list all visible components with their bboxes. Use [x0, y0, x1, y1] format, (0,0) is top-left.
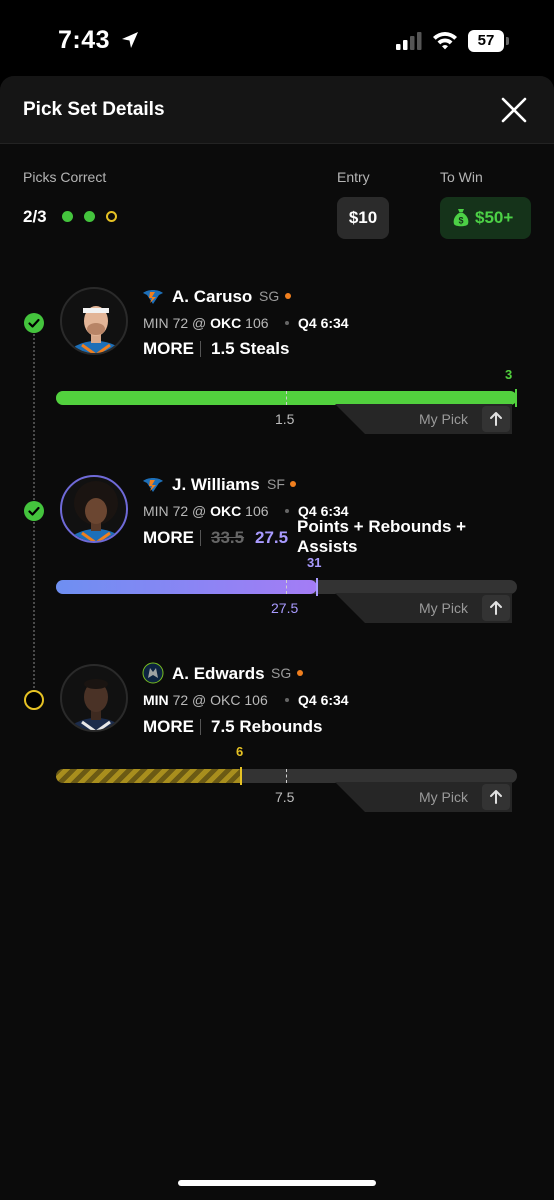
team2-score: 106 [245, 503, 269, 519]
team2-score: 106 [245, 315, 269, 331]
game-clock: Q4 6:34 [298, 315, 349, 331]
progress-fill [56, 580, 317, 594]
okc-thunder-logo [143, 290, 163, 304]
team1-abbr: MIN [143, 692, 169, 708]
pick-set-sheet: Pick Set Details [0, 76, 554, 1200]
player-avatar [60, 475, 128, 543]
to-win-label: To Win [440, 169, 483, 185]
pick-result-dot [62, 211, 73, 222]
pending-marker [24, 690, 44, 710]
player-position: SG [259, 288, 280, 304]
pick-result-dot [106, 211, 117, 222]
picks-correct-value: 2/3 [23, 207, 47, 226]
player-name: J. Williams [172, 475, 260, 494]
signal-icon [396, 32, 422, 50]
divider [200, 530, 201, 546]
line-value: 1.5 [275, 411, 295, 427]
battery-icon: 57 [468, 30, 510, 52]
team1-score: 72 [172, 692, 189, 708]
close-icon[interactable] [498, 94, 530, 126]
money-bag-icon: $ [453, 209, 469, 227]
stat-name: Points + Rebounds + Assists [297, 517, 467, 556]
at-symbol: @ [192, 692, 207, 708]
separator-dot [285, 698, 289, 702]
team2-score: 106 [244, 692, 268, 708]
entry-label: Entry [337, 169, 370, 185]
to-win-value: $50+ [475, 208, 514, 227]
line-value: 27.5 [271, 600, 299, 616]
player-name: A. Caruso [172, 287, 253, 306]
old-line-value: 33.5 [211, 528, 245, 547]
battery-tip [506, 37, 509, 45]
progress-fill [56, 769, 241, 783]
player-name: A. Edwards [172, 664, 265, 683]
stat-line: 1.5 Steals [211, 339, 290, 358]
line-tick [286, 580, 287, 594]
arrow-up-icon [482, 595, 510, 621]
picks-correct-label: Picks Correct [23, 169, 107, 185]
at-symbol: @ [192, 315, 207, 331]
player-position: SG [271, 665, 292, 681]
pick-direction: MORE [143, 339, 194, 358]
game-clock: Q4 6:34 [298, 692, 349, 708]
home-indicator[interactable] [178, 1180, 376, 1186]
line-tick [286, 769, 287, 783]
separator-dot [285, 509, 289, 513]
game-score: MIN 72 @ OKC 106 [143, 692, 268, 708]
check-icon [24, 501, 44, 521]
team2-abbr: OKC [210, 315, 242, 331]
current-value: 6 [236, 744, 244, 759]
team2-abbr: OKC [210, 503, 242, 519]
divider [200, 719, 201, 735]
team2-abbr: OKC [210, 692, 241, 708]
wifi-icon [433, 32, 457, 50]
game-score: MIN 72 @ OKC 106 [143, 315, 269, 331]
current-marker [515, 389, 517, 407]
player-position: SF [267, 476, 285, 492]
check-icon [24, 313, 44, 333]
line-value: 7.5 [275, 789, 295, 805]
current-value: 31 [307, 555, 322, 570]
my-pick-label: My Pick [419, 789, 468, 805]
live-indicator [285, 293, 291, 299]
stat-line: 7.5 Rebounds [211, 717, 323, 736]
arrow-up-icon [482, 406, 510, 432]
pick-result-dot [84, 211, 95, 222]
sheet-header: Pick Set Details [0, 76, 554, 144]
entry-chip: $10 [337, 197, 389, 239]
live-indicator [297, 670, 303, 676]
location-arrow-icon [122, 32, 138, 48]
line-tick [286, 391, 287, 405]
game-score: MIN 72 @ OKC 106 [143, 503, 269, 519]
separator-dot [285, 321, 289, 325]
divider [200, 341, 201, 357]
arrow-up-icon [482, 784, 510, 810]
team1-score: 72 [172, 503, 189, 519]
team1-score: 72 [172, 315, 189, 331]
min-timberwolves-logo [142, 662, 164, 684]
current-value: 3 [505, 367, 513, 382]
to-win-chip: $ $50+ [440, 197, 531, 239]
team1-abbr: MIN [143, 315, 169, 331]
svg-text:$: $ [458, 216, 463, 226]
pick-direction: MORE [143, 528, 194, 547]
team1-abbr: MIN [143, 503, 169, 519]
status-time: 7:43 [58, 26, 111, 54]
player-avatar [60, 664, 128, 732]
current-marker [316, 578, 318, 596]
battery-level: 57 [477, 32, 495, 49]
status-bar: 7:43 57 [0, 0, 554, 78]
my-pick-label: My Pick [419, 411, 468, 427]
live-indicator [290, 481, 296, 487]
player-avatar [60, 287, 128, 355]
new-line-value: 27.5 [255, 528, 289, 547]
current-marker [240, 767, 242, 785]
okc-thunder-logo [143, 478, 163, 492]
my-pick-label: My Pick [419, 600, 468, 616]
pick-direction: MORE [143, 717, 194, 736]
page-title: Pick Set Details [23, 99, 165, 120]
at-symbol: @ [192, 503, 207, 519]
